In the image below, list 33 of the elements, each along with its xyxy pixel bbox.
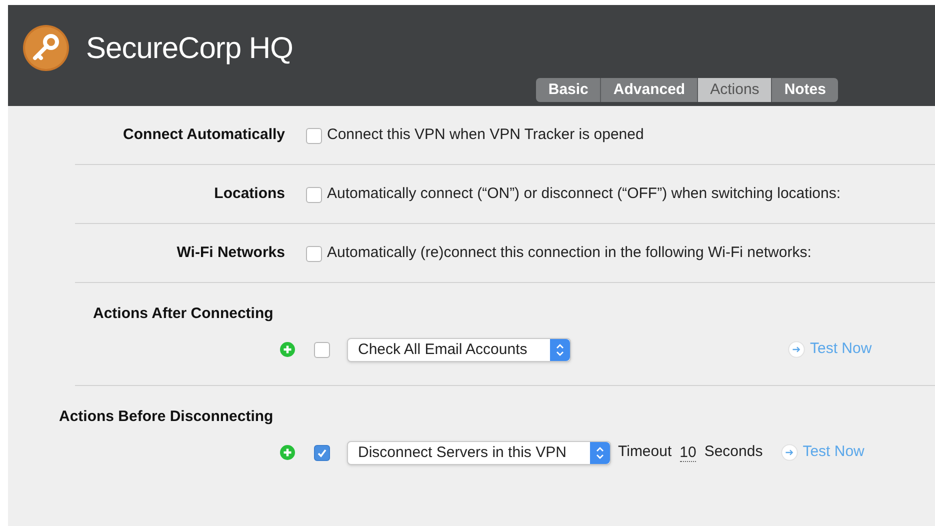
checkbox[interactable] xyxy=(306,186,322,202)
test-now-link[interactable]: Test Now xyxy=(780,441,864,464)
timeout-field[interactable]: 10 xyxy=(680,444,696,462)
timeout-label: Timeout xyxy=(618,442,672,462)
checkmark-icon xyxy=(317,448,327,458)
tab[interactable]: Basic xyxy=(536,78,600,102)
tab[interactable]: Advanced xyxy=(600,78,698,102)
arrow-right-icon xyxy=(780,444,798,461)
seconds-label: Seconds xyxy=(704,442,763,462)
tab[interactable]: Notes xyxy=(771,78,838,102)
add-icon[interactable] xyxy=(280,342,295,357)
add-icon[interactable] xyxy=(280,445,295,460)
section-heading: Actions After Connecting xyxy=(93,304,274,324)
key-icon xyxy=(22,24,70,72)
arrow-right-icon xyxy=(788,341,805,358)
option-text: Connect this VPN when VPN Tracker is opened xyxy=(327,125,644,146)
setting-label: Wi-Fi Networks xyxy=(176,243,285,264)
dropdown[interactable]: Disconnect Servers in this VPN xyxy=(347,440,611,464)
checkbox[interactable] xyxy=(314,342,330,358)
tab[interactable]: Actions xyxy=(697,78,772,102)
checkbox[interactable] xyxy=(314,444,330,460)
checkbox[interactable] xyxy=(306,246,322,262)
setting-label: Connect Automatically xyxy=(122,125,285,146)
setting-label: Locations xyxy=(213,184,285,204)
test-now-link[interactable]: Test Now xyxy=(788,338,872,361)
section-heading: Actions Before Disconnecting xyxy=(59,407,274,427)
option-text: Automatically connect (“ON”) or disconnect (“OFF”) when switching locations: xyxy=(327,184,841,204)
option-text: Automatically (re)connect this connection in the following Wi-Fi networks: xyxy=(327,243,812,264)
chevrons-icon xyxy=(556,342,564,356)
chevrons-icon xyxy=(596,446,604,460)
window-title: SecureCorp HQ xyxy=(86,30,293,66)
checkbox[interactable] xyxy=(306,128,322,144)
dropdown[interactable]: Check All Email Accounts xyxy=(347,338,571,362)
